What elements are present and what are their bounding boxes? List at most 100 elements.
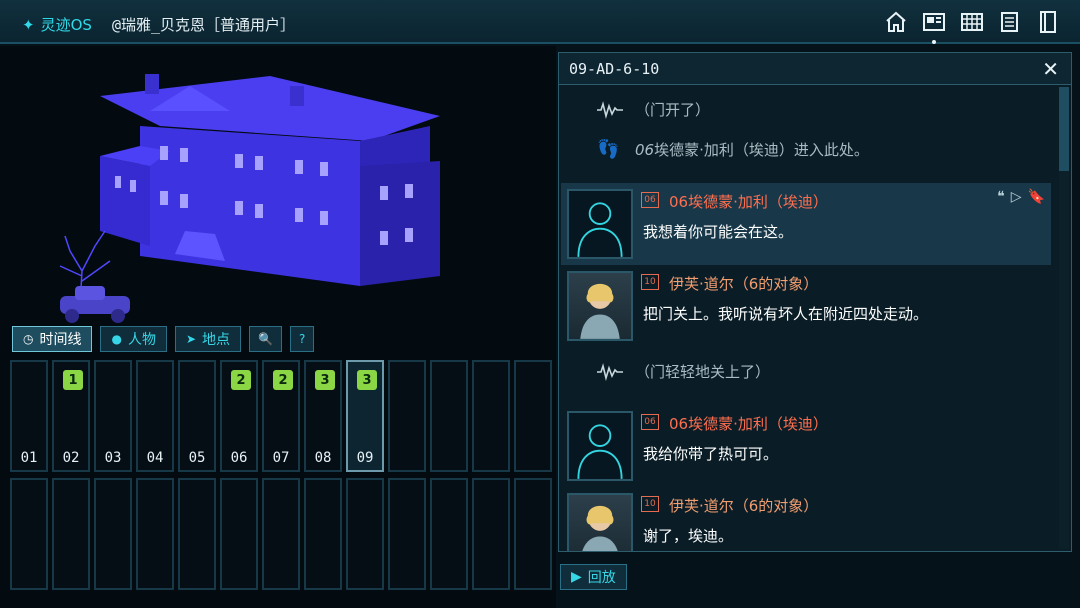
timeline-cell[interactable]: 01 — [10, 360, 48, 472]
timeline-cell-empty[interactable] — [178, 478, 216, 590]
dialogue-message[interactable]: 10 伊芙·道尔（6的对象） 谢了，埃迪。 — [561, 487, 1051, 551]
dialogue-message[interactable]: 10 伊芙·道尔（6的对象） 把门关上。我听说有坏人在附近四处走动。 — [561, 265, 1051, 347]
avatar-portrait — [567, 271, 633, 341]
help-icon: ? — [298, 332, 306, 346]
timeline-cell[interactable]: 03 — [94, 360, 132, 472]
window-icon[interactable] — [920, 8, 948, 44]
timeline-cell-empty[interactable] — [346, 478, 384, 590]
timeline-cell-empty[interactable] — [94, 478, 132, 590]
timeline-cell-empty[interactable] — [514, 478, 552, 590]
tab-label: 时间线 — [39, 332, 82, 348]
notes-icon[interactable] — [996, 8, 1024, 36]
speaker-id: 06 — [641, 414, 659, 430]
timeline-row: 01 1 02 03 04 05 2 06 2 07 3 08 3 09 — [10, 360, 554, 472]
message-text: 我给你带了热可可。 — [643, 445, 779, 463]
speaker-name: 伊芙·道尔（6的对象） — [669, 275, 819, 293]
timeline-cell[interactable]: 3 08 — [304, 360, 342, 472]
timeline-cell-empty[interactable] — [430, 478, 468, 590]
home-icon[interactable] — [882, 8, 910, 36]
message-text: 把门关上。我听说有坏人在附近四处走动。 — [643, 305, 929, 323]
search-icon: 🔍 — [258, 332, 273, 346]
timeline-cell-empty[interactable] — [472, 478, 510, 590]
timeline-cell-empty[interactable] — [220, 478, 258, 590]
book-icon[interactable] — [1034, 8, 1062, 36]
timeline-cell-empty[interactable] — [10, 478, 48, 590]
system-text: （门开了） — [635, 101, 711, 119]
avatar-portrait — [567, 493, 633, 551]
timeline-grid: 01 1 02 03 04 05 2 06 2 07 3 08 3 09 — [10, 360, 554, 596]
timeline-cell-empty[interactable] — [514, 360, 552, 472]
timeline-cell-empty[interactable] — [430, 360, 468, 472]
panel-title: 09-AD-6-10 — [569, 60, 660, 78]
replay-label: 回放 — [587, 570, 616, 586]
map-area: ◷ 时间线 ● 人物 ➤ 地点 🔍 ? 01 1 02 03 04 05 2 06 2 07… — [0, 46, 556, 608]
dialogue-message[interactable]: 06 06埃德蒙·加利（埃迪） ❝ ▷ 🔖 我想着你可能会在这。 — [561, 183, 1051, 265]
timeline-cell-empty[interactable] — [388, 360, 426, 472]
bookmark-icon[interactable]: 🔖 — [1028, 189, 1045, 205]
timeline-cell[interactable]: 05 — [178, 360, 216, 472]
scrollbar[interactable] — [1059, 87, 1069, 549]
replay-button[interactable]: ▶ 回放 — [560, 564, 627, 590]
quote-icon[interactable]: ❝ — [997, 189, 1005, 205]
message-text: 谢了，埃迪。 — [643, 527, 734, 545]
clock-icon: ◷ — [23, 332, 34, 346]
sparkle-icon: ✦ — [22, 16, 35, 34]
cell-number: 05 — [188, 450, 206, 466]
timeline-cell-empty[interactable] — [472, 360, 510, 472]
tab-locations[interactable]: ➤ 地点 — [174, 326, 242, 352]
cell-number: 08 — [314, 450, 332, 466]
cell-number: 01 — [20, 450, 38, 466]
timeline-cell-empty[interactable] — [262, 478, 300, 590]
system-entry: 👣 06埃德蒙·加利（埃迪）进入此处。 — [597, 139, 869, 160]
speaker-id: 06 — [641, 192, 659, 208]
timeline-cell[interactable]: 04 — [136, 360, 174, 472]
speaker-name: 06埃德蒙·加利（埃迪） — [669, 415, 828, 433]
system-text: 06埃德蒙·加利（埃迪）进入此处。 — [635, 139, 869, 160]
cell-number: 09 — [356, 450, 374, 466]
user-label: @瑞雅_贝克恩［普通用户］ — [112, 16, 296, 34]
close-icon[interactable]: ✕ — [1042, 57, 1059, 81]
speaker-name: 06埃德蒙·加利（埃迪） — [669, 193, 828, 211]
dialogue-panel: 09-AD-6-10 ✕ （门开了） 👣 06埃德蒙·加利（埃迪）进入此处。 0… — [558, 52, 1072, 552]
timeline-cell-empty[interactable] — [388, 478, 426, 590]
top-bar: ✦ 灵迹OS @瑞雅_贝克恩［普通用户］ — [0, 0, 1080, 44]
timeline-cell-empty[interactable] — [136, 478, 174, 590]
tab-label: 地点 — [202, 332, 231, 348]
cell-badge: 2 — [273, 370, 293, 390]
cell-badge: 3 — [357, 370, 377, 390]
footsteps-icon: 👣 — [597, 139, 620, 160]
soundwave-icon — [597, 100, 623, 119]
speaker-id: 10 — [641, 496, 659, 512]
system-entry-id: 06 — [635, 141, 655, 159]
avatar-silhouette — [567, 411, 633, 481]
speaker-id: 10 — [641, 274, 659, 290]
system-entry: （门轻轻地关上了） — [597, 361, 770, 382]
cell-badge: 2 — [231, 370, 251, 390]
message-text: 我想着你可能会在这。 — [643, 223, 794, 241]
top-nav — [882, 8, 1062, 44]
tab-search[interactable]: 🔍 — [249, 326, 282, 352]
speaker-name: 伊芙·道尔（6的对象） — [669, 497, 819, 515]
cell-badge: 1 — [63, 370, 83, 390]
tab-timeline[interactable]: ◷ 时间线 — [12, 326, 93, 352]
mansion-model[interactable] — [40, 56, 460, 326]
cell-number: 04 — [146, 450, 164, 466]
message-actions: ❝ ▷ 🔖 — [997, 189, 1045, 205]
timeline-cell-empty[interactable] — [52, 478, 90, 590]
timeline-cell[interactable]: 2 06 — [220, 360, 258, 472]
tab-characters[interactable]: ● 人物 — [100, 326, 167, 352]
panel-header: 09-AD-6-10 ✕ — [559, 53, 1071, 85]
scrollbar-thumb[interactable] — [1059, 87, 1069, 171]
dialogue-message[interactable]: 06 06埃德蒙·加利（埃迪） 我给你带了热可可。 — [561, 405, 1051, 487]
avatar-silhouette — [567, 189, 633, 259]
play-icon[interactable]: ▷ — [1011, 189, 1022, 205]
grid-icon[interactable] — [958, 8, 986, 36]
soundwave-icon — [597, 362, 623, 381]
timeline-cell-selected[interactable]: 3 09 — [346, 360, 384, 472]
cell-badge: 3 — [315, 370, 335, 390]
timeline-cell[interactable]: 2 07 — [262, 360, 300, 472]
tab-help[interactable]: ? — [289, 326, 315, 352]
system-entry: （门开了） — [597, 99, 710, 120]
timeline-cell[interactable]: 1 02 — [52, 360, 90, 472]
timeline-cell-empty[interactable] — [304, 478, 342, 590]
